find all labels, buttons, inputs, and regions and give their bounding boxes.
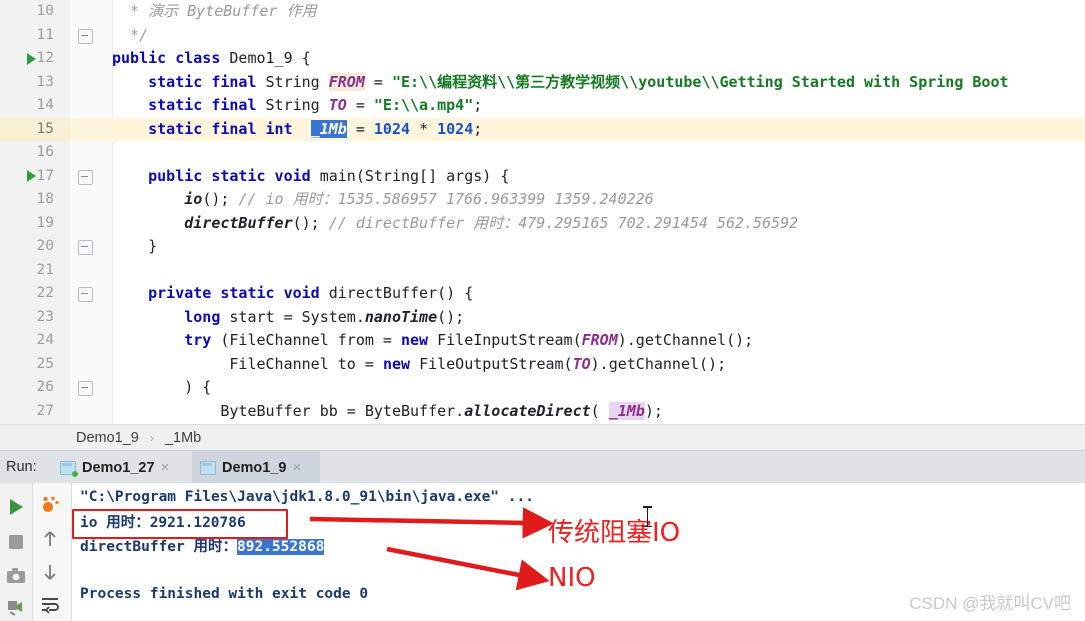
- line-number-18: 18: [36, 191, 54, 207]
- console-line-directbuffer: directBuffer 用时：892.552868: [80, 537, 325, 557]
- breadcrumb-item-class[interactable]: Demo1_9: [76, 430, 139, 446]
- code-line-19[interactable]: directBuffer(); // directBuffer 用时：479.2…: [112, 212, 798, 236]
- line-number-23: 23: [36, 308, 54, 325]
- up-arrow-icon[interactable]: [39, 528, 61, 550]
- code-line-14[interactable]: static final String TO = "E:\\a.mp4";: [112, 94, 482, 118]
- line-number-20: 20: [36, 238, 54, 254]
- line-number-14: 14: [36, 97, 54, 113]
- code-line-24[interactable]: try (FileChannel from = new FileInputStr…: [112, 329, 753, 353]
- line-number-24: 24: [36, 332, 54, 348]
- line-number-13: 13: [36, 73, 54, 90]
- coverage-icon[interactable]: [39, 494, 61, 516]
- line-number-10: 10: [36, 3, 54, 19]
- line-number-21: 21: [36, 261, 54, 278]
- fold-marker-22[interactable]: [78, 287, 93, 302]
- code-line-17[interactable]: public static void main(String[] args) {: [112, 165, 509, 189]
- editor-fold-column[interactable]: [70, 0, 113, 424]
- run-toolwindow-header: Run: Demo1_27 × Demo1_9 ×: [0, 450, 1085, 484]
- screenshot-icon[interactable]: [5, 565, 27, 587]
- code-line-23[interactable]: long start = System.nanoTime();: [112, 306, 464, 330]
- close-icon[interactable]: ×: [292, 460, 301, 475]
- line-number-15: 15: [36, 120, 54, 137]
- down-arrow-icon[interactable]: [39, 561, 61, 583]
- csdn-watermark: CSDN @我就叫CV吧: [909, 594, 1071, 613]
- code-line-18[interactable]: io(); // io 用时：1535.586957 1766.963399 1…: [112, 188, 653, 212]
- code-line-26[interactable]: ) {: [112, 376, 211, 400]
- code-line-27[interactable]: ByteBuffer bb = ByteBuffer.allocateDirec…: [112, 400, 663, 424]
- rerun-icon[interactable]: [5, 496, 27, 518]
- line-number-26: 26: [36, 379, 54, 395]
- run-right-toolbar[interactable]: [33, 483, 72, 621]
- code-line-13[interactable]: static final String FROM = "E:\\编程资料\\第三…: [112, 71, 1009, 95]
- text-cursor: [643, 506, 652, 527]
- code-line-10[interactable]: * 演示 ByteBuffer 作用: [112, 0, 316, 24]
- console-directbuffer-label: directBuffer 用时：: [80, 539, 237, 555]
- line-number-16: 16: [36, 144, 54, 160]
- breadcrumb-bar: Demo1_9 › _1Mb: [0, 424, 1085, 451]
- line-number-19: 19: [36, 214, 54, 231]
- code-line-25[interactable]: FileChannel to = new FileOutputStream(TO…: [112, 353, 726, 377]
- console-line-command: "C:\Program Files\Java\jdk1.8.0_91\bin\j…: [80, 489, 534, 505]
- code-line-22[interactable]: private static void directBuffer() {: [112, 282, 473, 306]
- fold-marker-11[interactable]: [78, 28, 93, 44]
- line-number-11: 11: [36, 26, 54, 43]
- line-number-27: 27: [36, 402, 54, 419]
- code-line-20[interactable]: }: [112, 235, 157, 259]
- run-config-icon: [60, 460, 78, 477]
- code-line-12[interactable]: public class Demo1_9 {: [112, 47, 311, 71]
- code-line-15[interactable]: static final int _1Mb = 1024 * 1024;: [112, 118, 482, 142]
- run-tab-demo1-9[interactable]: Demo1_9 ×: [192, 451, 320, 484]
- close-icon[interactable]: ×: [161, 460, 170, 475]
- run-gutter-icon[interactable]: [27, 170, 36, 182]
- run-gutter-icon[interactable]: [27, 52, 36, 65]
- soft-wrap-icon[interactable]: [39, 593, 61, 615]
- fold-marker-20[interactable]: [78, 240, 93, 255]
- ide-window: 10 11 12 13 14 15 16 17 18 19 20 21 22 23 24 25 26 27 * 演…: [0, 0, 1085, 621]
- code-line-11[interactable]: */: [112, 24, 148, 48]
- annotation-label-io: 传统阻塞IO: [548, 518, 681, 548]
- fold-marker-17[interactable]: [78, 169, 93, 185]
- run-config-icon: [200, 460, 216, 475]
- fold-marker-26[interactable]: [78, 381, 93, 396]
- breadcrumb-item-field[interactable]: _1Mb: [165, 430, 201, 446]
- run-label: Run:: [6, 459, 37, 475]
- console-line-exit: Process finished with exit code 0: [80, 586, 369, 602]
- annotation-label-nio: NIO: [548, 563, 596, 593]
- annotation-box-io: [72, 509, 288, 539]
- run-tab-label: Demo1_27: [82, 459, 155, 476]
- run-left-toolbar[interactable]: [0, 483, 33, 621]
- breadcrumb-separator-icon: ›: [149, 431, 154, 445]
- console-directbuffer-value: 892.552868: [237, 539, 325, 555]
- line-number-22: 22: [36, 285, 54, 301]
- print-icon[interactable]: [5, 596, 27, 618]
- run-tab-demo1-27[interactable]: Demo1_27 ×: [52, 451, 188, 484]
- run-tab-label: Demo1_9: [222, 459, 287, 476]
- code-editor[interactable]: 10 11 12 13 14 15 16 17 18 19 20 21 22 23 24 25 26 27 * 演…: [0, 0, 1085, 424]
- stop-icon[interactable]: [5, 531, 27, 553]
- line-number-25: 25: [36, 355, 54, 372]
